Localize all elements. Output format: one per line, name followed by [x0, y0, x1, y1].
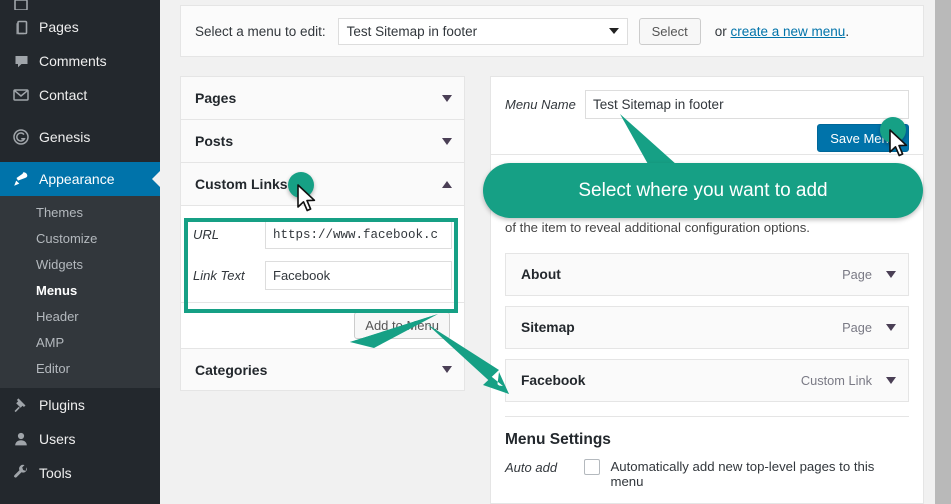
sidebar-subitem-menus[interactable]: Menus [0, 278, 160, 304]
chevron-down-icon[interactable] [886, 271, 896, 279]
menu-item-row[interactable]: About Page [505, 253, 909, 297]
auto-add-text: Automatically add new top-level pages to… [610, 459, 875, 490]
chevron-down-icon[interactable] [442, 366, 452, 373]
create-new-menu-link[interactable]: create a new menu [731, 24, 846, 39]
menu-item-title: Sitemap [521, 320, 575, 336]
settings-divider [505, 416, 909, 418]
menu-structure-description: Drag each item into the order you prefer… [505, 201, 903, 236]
or-text-wrap: or create a new menu. [715, 24, 849, 39]
menu-item-type: Page [842, 267, 872, 283]
sidebar-item-users[interactable]: Users [0, 422, 160, 456]
sidebar-item-media-partial[interactable] [0, 0, 160, 10]
menu-item-row[interactable]: Sitemap Page [505, 306, 909, 350]
sidebar-subitem-widgets[interactable]: Widgets [0, 252, 160, 278]
sidebar-subitem-header[interactable]: Header [0, 304, 160, 330]
or-label: or [714, 23, 727, 39]
add-to-menu-button[interactable]: Add to Menu [354, 312, 450, 339]
menu-name-row: Menu Name Test Sitemap in footer [505, 90, 909, 119]
chevron-down-icon [608, 28, 619, 34]
sidebar-item-comments[interactable]: Comments [0, 44, 160, 78]
select-button[interactable]: Select [638, 17, 701, 45]
chevron-down-icon[interactable] [442, 94, 452, 102]
appearance-brush-icon [9, 170, 33, 188]
appearance-submenu: Themes Customize Widgets Menus Header AM… [0, 196, 160, 388]
custom-links-form: URL https://www.facebook.c Link Text Fac… [180, 205, 465, 302]
sidebar-subitem-amp[interactable]: AMP [0, 330, 160, 356]
auto-add-label: Auto add [505, 460, 558, 476]
tools-wrench-icon [9, 464, 33, 482]
link-text-label: Link Text [193, 268, 245, 283]
menu-item-row[interactable]: Facebook Custom Link [505, 359, 909, 403]
menu-item-type: Custom Link [800, 373, 872, 389]
link-text-input[interactable]: Facebook [265, 261, 452, 290]
sidebar-item-label: Genesis [39, 129, 91, 145]
sidebar-item-label: Tools [39, 465, 72, 481]
sidebar-item-plugins[interactable]: Plugins [0, 388, 160, 422]
sidebar-item-appearance[interactable]: Appearance [0, 162, 160, 196]
sidebar-divider-2 [0, 154, 160, 162]
auto-add-checkbox[interactable] [584, 459, 601, 476]
sidebar-divider [0, 112, 160, 120]
chevron-down-icon[interactable] [442, 137, 452, 145]
period: . [845, 23, 850, 39]
sidebar-item-label: Plugins [39, 397, 85, 413]
url-label: URL [193, 227, 220, 242]
pages-icon [9, 19, 33, 36]
accordion-label: Posts [195, 133, 234, 149]
add-to-menu-row: Add to Menu [180, 302, 465, 348]
menu-structure-panel: Menu structure Drag each item into the o… [490, 154, 924, 504]
menu-name-label: Menu Name [505, 97, 576, 112]
media-icon [9, 0, 33, 10]
accordion-posts[interactable]: Posts [180, 119, 465, 162]
select-menu-label: Select a menu to edit: [195, 23, 326, 39]
sidebar-item-genesis[interactable]: Genesis [0, 120, 160, 154]
sidebar-item-label: Users [39, 431, 76, 447]
menu-editor-panel: Menu Name Test Sitemap in footer Save Me… [490, 76, 924, 504]
main-content: Select a menu to edit: Test Sitemap in f… [160, 0, 951, 504]
sidebar-item-label: Appearance [39, 171, 115, 187]
select-menu-bar: Select a menu to edit: Test Sitemap in f… [180, 5, 924, 57]
sidebar-item-tools[interactable]: Tools [0, 456, 160, 490]
accordion-label: Custom Links [195, 176, 288, 192]
accordion-pages[interactable]: Pages [180, 76, 465, 119]
chevron-down-icon[interactable] [886, 377, 896, 385]
sidebar-subitem-customize[interactable]: Customize [0, 226, 160, 252]
auto-add-row: Auto add Automatically add new top-level… [505, 459, 909, 489]
menu-name-panel: Menu Name Test Sitemap in footer Save Me… [490, 76, 924, 154]
link-text-field-row: Link Text Facebook [193, 261, 452, 290]
menu-name-input[interactable]: Test Sitemap in footer [585, 90, 909, 119]
sidebar-subitem-themes[interactable]: Themes [0, 200, 160, 226]
admin-sidebar: Pages Comments Contact Genesis Appearanc… [0, 0, 160, 504]
menu-select-dropdown[interactable]: Test Sitemap in footer [337, 17, 628, 45]
users-icon [9, 430, 33, 448]
sidebar-item-pages[interactable]: Pages [0, 10, 160, 44]
page-right-edge [935, 0, 951, 504]
menu-item-title: About [521, 267, 561, 283]
menu-item-title: Facebook [521, 373, 586, 389]
save-menu-button[interactable]: Save Menu [817, 124, 909, 152]
menu-select-value: Test Sitemap in footer [346, 23, 478, 39]
plugins-plug-icon [9, 396, 33, 414]
chevron-down-icon[interactable] [886, 324, 896, 332]
comments-icon [9, 53, 33, 70]
accordion-categories[interactable]: Categories [180, 348, 465, 391]
sidebar-subitem-editor[interactable]: Editor [0, 356, 160, 382]
add-menu-items-panel: Pages Posts Custom Links URL https://www… [180, 76, 465, 391]
sidebar-item-contact[interactable]: Contact [0, 78, 160, 112]
chevron-up-icon[interactable] [442, 180, 452, 188]
accordion-label: Categories [195, 361, 268, 378]
menu-item-type: Page [842, 320, 872, 336]
menu-settings-title: Menu Settings [505, 431, 611, 449]
genesis-icon [9, 128, 33, 146]
menu-structure-title: Menu structure [505, 171, 617, 188]
accordion-custom-links[interactable]: Custom Links [180, 162, 465, 205]
sidebar-item-label: Contact [39, 87, 88, 103]
sidebar-item-label: Comments [39, 53, 107, 69]
wordpress-menus-screen: Pages Comments Contact Genesis Appearanc… [0, 0, 951, 504]
url-input[interactable]: https://www.facebook.c [265, 220, 452, 249]
url-field-row: URL https://www.facebook.c [193, 220, 452, 249]
accordion-label: Pages [195, 90, 237, 106]
sidebar-item-label: Pages [39, 19, 79, 35]
contact-mail-icon [9, 86, 33, 104]
